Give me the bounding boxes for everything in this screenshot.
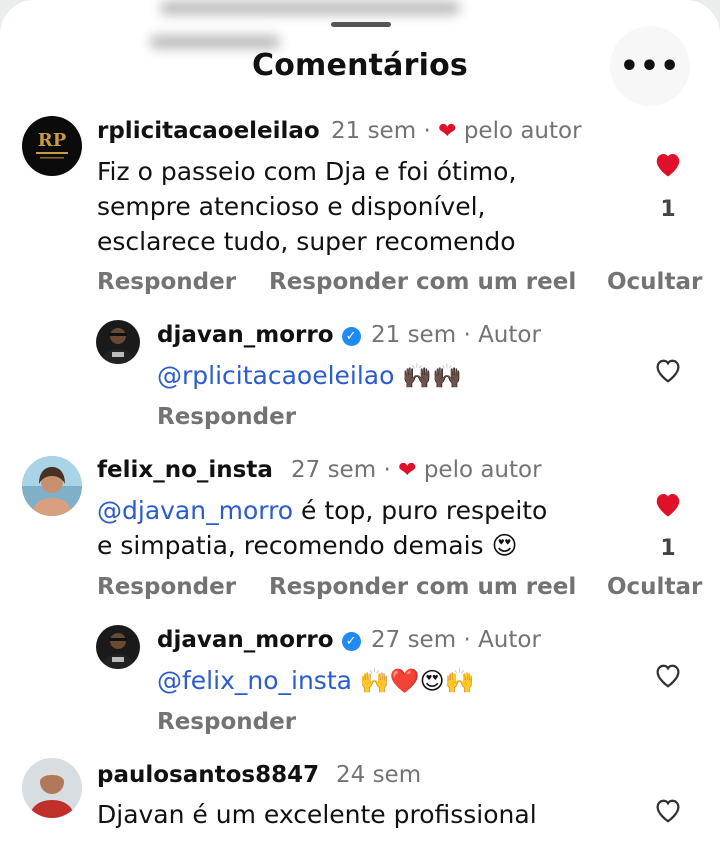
comment-text: @djavan_morro é top, puro respeito e sim…	[97, 496, 548, 560]
reply-button[interactable]: Responder	[97, 574, 236, 600]
comment-text: Fiz o passeio com Dja e foi ótimo, sempr…	[97, 157, 517, 256]
comment-time: 21 sem	[331, 118, 417, 144]
verified-badge-icon: ✓	[341, 632, 361, 651]
like-count: 1	[660, 197, 676, 222]
like-button[interactable]	[648, 796, 688, 828]
reply-meta: 21 sem · Autor	[371, 322, 541, 348]
heart-filled-icon	[656, 494, 680, 517]
comment-username[interactable]: rplicitacaoeleilao	[97, 118, 320, 144]
author-badge: Autor	[478, 322, 541, 348]
avatar[interactable]	[96, 320, 140, 364]
comments-sheet: Comentários ••• RP rplicitacaoeleilao 21…	[0, 0, 720, 858]
mention-link[interactable]: @felix_no_insta	[157, 666, 352, 695]
reply-username: djavan_morro ✓	[157, 627, 361, 653]
reply-button[interactable]: Responder	[157, 404, 296, 430]
avatar[interactable]	[22, 456, 82, 516]
like-count: 1	[660, 536, 676, 561]
drag-handle[interactable]	[331, 22, 391, 27]
heart-icon: ❤	[438, 119, 457, 144]
heart-icon: ❤	[398, 458, 417, 483]
reply-username: djavan_morro ✓	[157, 322, 361, 348]
more-options-button[interactable]: •••	[610, 26, 690, 106]
reply-meta: 27 sem · Autor	[371, 627, 541, 653]
svg-text:RP: RP	[38, 130, 67, 151]
avatar[interactable]	[96, 625, 140, 669]
like-button[interactable]	[648, 150, 688, 182]
blurred-background	[150, 0, 590, 54]
comment-time: 24 sem	[336, 762, 422, 788]
reply-text: @felix_no_insta 🙌❤️😍🙌	[157, 666, 475, 695]
mention-link[interactable]: @djavan_morro	[97, 496, 293, 525]
heart-outline-icon	[656, 664, 680, 688]
comment-text: Djavan é um excelente profissional	[97, 800, 537, 829]
verified-badge-icon: ✓	[341, 327, 361, 346]
like-button[interactable]	[648, 490, 688, 522]
like-button[interactable]	[648, 661, 688, 693]
user-photo-icon	[102, 328, 134, 364]
heart-outline-icon	[656, 359, 680, 383]
comment-username[interactable]: paulosantos8847	[97, 762, 319, 788]
user-photo-icon	[22, 456, 82, 516]
hide-button[interactable]: Ocultar	[607, 269, 702, 295]
heart-outline-icon	[656, 799, 680, 823]
reply-with-reel-button[interactable]: Responder com um reel	[269, 574, 576, 600]
logo-icon: RP	[36, 130, 68, 159]
reply-with-reel-button[interactable]: Responder com um reel	[269, 269, 576, 295]
avatar[interactable]	[22, 758, 82, 818]
comment-username[interactable]: felix_no_insta	[97, 457, 273, 483]
hide-button[interactable]: Ocultar	[607, 574, 702, 600]
comment-meta: 27 sem · ❤ pelo autor	[291, 457, 542, 483]
reply-text: @rplicitacaoeleilao 🙌🏿🙌🏿	[157, 361, 463, 390]
like-button[interactable]	[648, 356, 688, 388]
heart-filled-icon	[656, 154, 680, 177]
author-badge: Autor	[478, 627, 541, 653]
mention-link[interactable]: @rplicitacaoeleilao	[157, 361, 394, 390]
user-photo-icon	[30, 768, 74, 818]
comment-meta: 21 sem · ❤ pelo autor	[331, 118, 582, 144]
more-horizontal-icon: •••	[619, 48, 681, 84]
reply-button[interactable]: Responder	[157, 709, 296, 735]
reply-button[interactable]: Responder	[97, 269, 236, 295]
liked-by-author-label: pelo autor	[463, 118, 582, 144]
avatar[interactable]: RP	[22, 116, 82, 176]
user-photo-icon	[102, 633, 134, 669]
